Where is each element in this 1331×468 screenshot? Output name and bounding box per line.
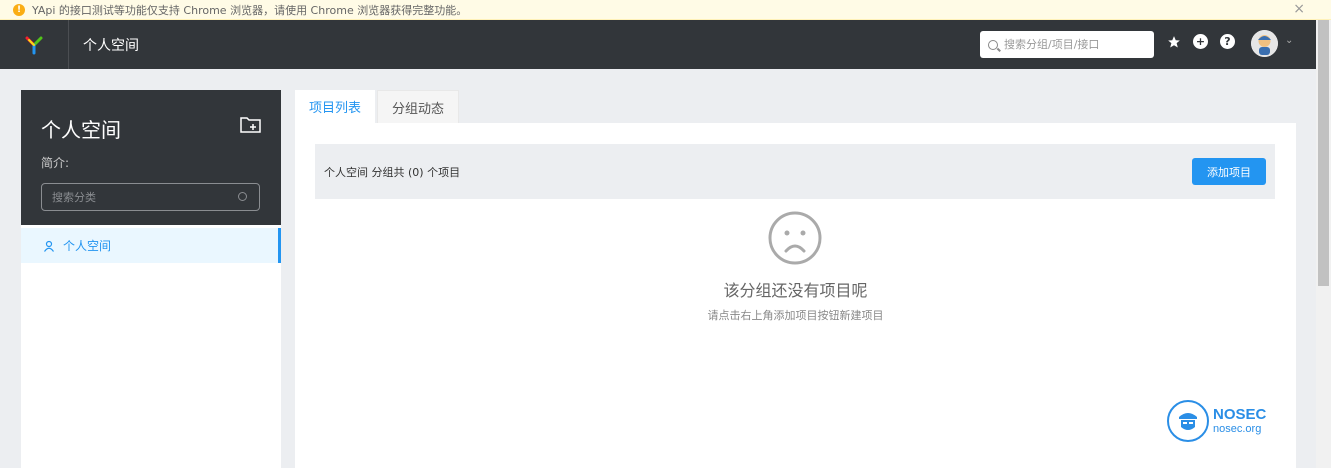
project-count-text: 个人空间 分组共 (0) 个项目 [324, 165, 461, 179]
chevron-down-icon[interactable]: ⌄ [1285, 35, 1293, 46]
avatar-image [1251, 30, 1278, 57]
star-icon[interactable] [1166, 34, 1181, 49]
watermark-brand: NOSEC [1213, 406, 1267, 423]
tab-project-list[interactable]: 项目列表 [295, 90, 376, 123]
sidebar-item-label: 个人空间 [63, 239, 112, 253]
search-icon [988, 39, 998, 50]
add-project-button[interactable]: 添加项目 [1192, 158, 1266, 185]
group-intro-label: 简介: [41, 156, 70, 170]
group-sidebar: 个人空间 简介: 个人空间 [21, 90, 281, 468]
global-search[interactable] [980, 31, 1154, 58]
empty-state-title: 该分组还没有项目呢 [723, 281, 868, 300]
group-header: 个人空间 简介: [21, 90, 281, 225]
close-icon[interactable]: × [1293, 1, 1305, 17]
sidebar-item-personal-space[interactable]: 个人空间 [21, 228, 281, 263]
banner-message: YApi 的接口测试等功能仅支持 Chrome 浏览器，请使用 Chrome 浏… [32, 3, 468, 17]
category-search[interactable] [41, 183, 260, 211]
nosec-logo-icon [1167, 400, 1209, 442]
nav-icon-group: + ? [1166, 34, 1247, 49]
nav-title[interactable]: 个人空间 [83, 35, 139, 55]
yapi-logo[interactable] [0, 20, 69, 69]
sad-face-icon [768, 211, 822, 265]
project-list-panel: 个人空间 分组共 (0) 个项目 添加项目 该分组还没有项目呢 请点击右上角添加… [295, 123, 1296, 468]
browser-warning-banner: ! YApi 的接口测试等功能仅支持 Chrome 浏览器，请使用 Chrome… [0, 0, 1331, 20]
avatar[interactable] [1251, 30, 1278, 57]
global-search-input[interactable] [1004, 38, 1144, 51]
help-icon[interactable]: ? [1220, 34, 1235, 49]
page-scrollbar[interactable] [1316, 20, 1331, 468]
tab-group-activity[interactable]: 分组动态 [377, 90, 460, 123]
category-search-input[interactable] [52, 190, 232, 204]
scrollbar-thumb[interactable] [1318, 20, 1329, 286]
yapi-logo-icon [25, 36, 43, 54]
add-folder-icon[interactable] [240, 116, 262, 134]
search-icon [238, 192, 247, 201]
watermark-domain: nosec.org [1213, 423, 1262, 435]
add-circle-icon[interactable]: + [1193, 34, 1208, 49]
content-tabs: 项目列表 分组动态 [295, 90, 460, 123]
project-info-bar: 个人空间 分组共 (0) 个项目 添加项目 [315, 144, 1275, 199]
empty-state-subtitle: 请点击右上角添加项目按钮新建项目 [707, 309, 884, 322]
user-icon [44, 240, 54, 252]
group-title: 个人空间 [41, 118, 121, 142]
nosec-watermark: NOSEC nosec.org [1167, 400, 1266, 442]
warning-icon: ! [13, 3, 25, 16]
top-navbar: 个人空间 + ? ⌄ [0, 20, 1316, 69]
